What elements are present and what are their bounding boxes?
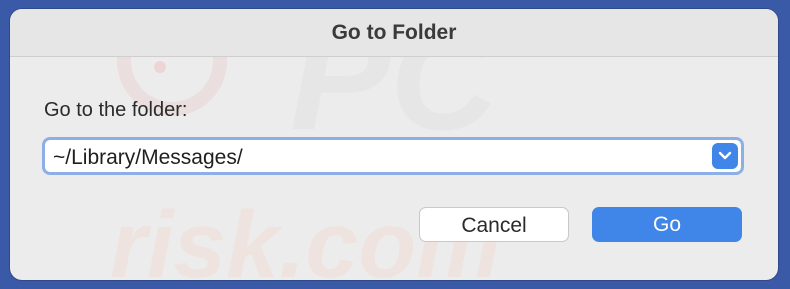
path-history-dropdown-button[interactable] (712, 143, 738, 169)
cancel-button[interactable]: Cancel (419, 207, 569, 242)
go-button[interactable]: Go (592, 207, 742, 242)
go-to-folder-dialog: PC risk.com Go to Folder Go to the folde… (10, 9, 778, 280)
folder-prompt-label: Go to the folder: (44, 99, 188, 121)
title-bar: Go to Folder (10, 9, 778, 57)
folder-path-input[interactable] (53, 146, 693, 170)
folder-path-combobox[interactable] (42, 137, 744, 175)
dialog-title: Go to Folder (331, 21, 457, 44)
chevron-down-icon (718, 151, 732, 160)
